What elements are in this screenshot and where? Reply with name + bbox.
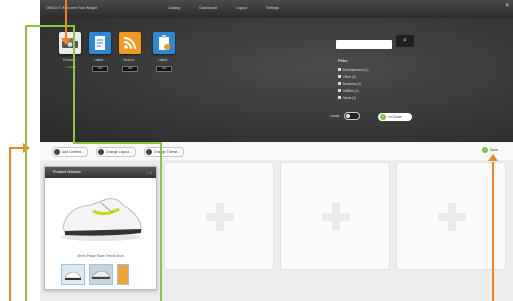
save-button[interactable]: Save... <box>482 147 501 153</box>
rss-icon <box>119 32 141 54</box>
add-widget-button[interactable]: Add <box>122 66 138 72</box>
product-thumbnail[interactable] <box>89 264 113 285</box>
top-nav: Catalog Dashboard Logout Settings <box>168 6 297 10</box>
widget-label: Latest... <box>157 58 171 62</box>
plus-icon <box>206 203 234 231</box>
add-widget-button[interactable]: Add <box>156 66 172 72</box>
window-controls-icon[interactable]: – × <box>146 167 152 178</box>
annotation-line <box>65 0 67 42</box>
nav-settings[interactable]: Settings <box>266 6 279 10</box>
nav-catalog[interactable]: Catalog <box>168 6 180 10</box>
product-thumbnail[interactable] <box>117 264 129 285</box>
checkbox-icon[interactable] <box>338 96 341 99</box>
drop-column[interactable] <box>164 162 274 270</box>
highlight-frame <box>73 25 75 144</box>
search-icon[interactable]: ⌕ <box>396 35 414 47</box>
widget-label: Latest... <box>93 58 107 62</box>
annotation-line <box>492 162 494 301</box>
drop-column[interactable] <box>280 162 390 270</box>
done-button[interactable]: I'm Done <box>378 113 412 121</box>
highlight-frame <box>25 25 27 301</box>
widget-search[interactable]: Search... Add <box>118 32 142 72</box>
filter-item[interactable]: Other (0) <box>338 75 368 79</box>
widget-label: Product... <box>62 58 78 62</box>
filter-item[interactable]: Utilities (1) <box>338 89 368 93</box>
locale-label: Locale <box>330 114 340 118</box>
product-window: Product Window – × Men's Phase Racer Ten… <box>44 166 157 290</box>
annotation-line <box>9 148 11 301</box>
filter-panel: Filter Entertainment (1) Other (0) Busin… <box>338 58 368 103</box>
search-input[interactable] <box>336 40 392 49</box>
add-content-button[interactable]: Add Content... <box>52 147 88 157</box>
shoe-image <box>61 198 142 241</box>
filter-item[interactable]: News (1) <box>338 96 368 100</box>
checkbox-icon[interactable] <box>338 82 341 85</box>
product-thumbnail[interactable] <box>61 264 85 285</box>
brand-label: ORACLE Welcome Your Widget <box>46 6 98 10</box>
filter-item[interactable]: Entertainment (1) <box>338 68 368 72</box>
highlight-frame <box>160 142 162 301</box>
change-theme-button[interactable]: Change Theme... <box>144 147 185 157</box>
locale-toggle[interactable] <box>344 112 360 120</box>
page-toolbar: Add Content... Change Layout... Change T… <box>40 142 513 161</box>
add-widget-button[interactable]: Add <box>92 66 108 72</box>
widget-latest-2[interactable]: Latest... Add <box>152 32 176 72</box>
checkbox-icon[interactable] <box>338 89 341 92</box>
nav-logout[interactable]: Logout <box>236 6 247 10</box>
annotation-arrow <box>61 38 71 45</box>
filter-title: Filter <box>338 58 348 63</box>
plus-icon <box>322 203 350 231</box>
app-window: ORACLE Welcome Your Widget Catalog Dashb… <box>40 0 513 301</box>
close-icon[interactable]: × <box>505 3 509 9</box>
nav-dashboard[interactable]: Dashboard <box>199 6 217 10</box>
product-window-title: Product Window – × <box>45 167 156 178</box>
clipboard-icon <box>153 32 175 54</box>
checkbox-icon[interactable] <box>338 68 341 71</box>
drop-column[interactable] <box>396 162 506 270</box>
widget-added-status: ✓ Added <box>64 65 76 69</box>
product-caption: Men's Phase Racer Tennis Shoe <box>77 254 124 258</box>
filter-item[interactable]: Business (2) <box>338 82 368 86</box>
document-icon <box>89 32 111 54</box>
change-layout-button[interactable]: Change Layout... <box>96 147 136 157</box>
annotation-arrow <box>488 154 498 161</box>
widget-latest-1[interactable]: Latest... Add <box>88 32 112 72</box>
checkbox-icon[interactable] <box>338 75 341 78</box>
highlight-frame <box>73 142 162 144</box>
widget-gallery: Product... ✓ Added Latest... Add Search.… <box>40 18 513 142</box>
plus-icon <box>438 203 466 231</box>
highlight-frame <box>25 25 75 27</box>
widget-label: Search... <box>123 58 137 62</box>
top-bar: ORACLE Welcome Your Widget Catalog Dashb… <box>40 0 513 18</box>
